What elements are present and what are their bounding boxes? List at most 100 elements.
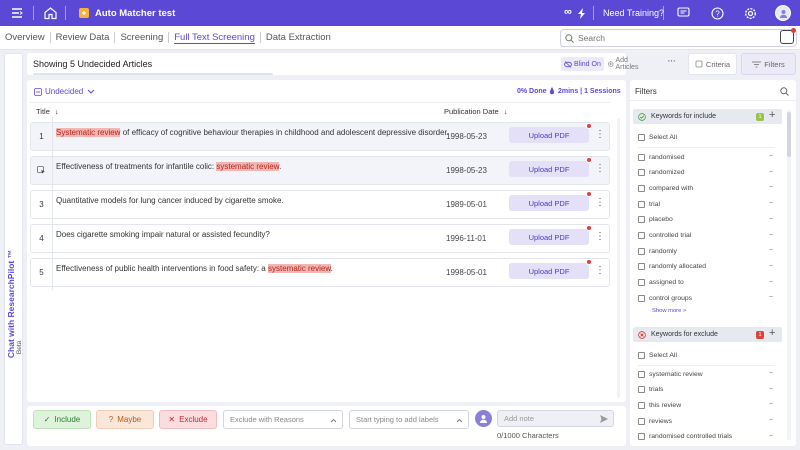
search-icon[interactable] <box>780 87 789 96</box>
include-select-all[interactable]: Select All <box>638 130 773 144</box>
keyword-label: trial <box>649 200 660 208</box>
include-keywords-group[interactable]: Keywords for include 1 + <box>633 109 782 124</box>
checkbox[interactable] <box>638 294 645 302</box>
exclude-keywords-group[interactable]: Keywords for exclude 1 + <box>633 327 782 342</box>
filter-keyword-item[interactable]: this review – <box>638 398 773 412</box>
exclude-select-all[interactable]: Select All <box>638 348 773 362</box>
column-title-header[interactable]: Title ↓ <box>36 107 59 116</box>
checkbox[interactable] <box>638 351 645 359</box>
criteria-button[interactable]: Criteria <box>688 53 737 75</box>
tab-full-text-screening[interactable]: Full Text Screening <box>169 26 260 49</box>
send-icon[interactable] <box>600 415 608 423</box>
help-icon[interactable]: ? <box>710 6 724 20</box>
checkbox[interactable] <box>638 184 645 192</box>
exclude-reasons-select[interactable]: Exclude with Reasons <box>223 410 343 429</box>
need-training-link[interactable]: Need Training? <box>603 8 664 18</box>
upload-pdf-button[interactable]: Upload PDF <box>509 263 589 279</box>
article-title[interactable]: Quantitative models for lung cancer indu… <box>56 196 284 205</box>
upload-pdf-button[interactable]: Upload PDF <box>509 161 589 177</box>
labels-input[interactable]: Start typing to add labels <box>349 410 469 429</box>
row-more-options-icon[interactable]: ⋮ <box>595 163 605 174</box>
row-more-options-icon[interactable]: ⋮ <box>595 197 605 208</box>
chevron-up-icon <box>330 418 337 423</box>
undecided-dropdown[interactable]: Undecided <box>34 87 95 96</box>
checkbox[interactable] <box>638 417 645 425</box>
menu-icon[interactable] <box>10 6 24 20</box>
upload-pdf-button[interactable]: Upload PDF <box>509 195 589 211</box>
checkbox[interactable] <box>638 279 645 287</box>
filter-keyword-item[interactable]: control groups – <box>638 291 773 305</box>
checkbox[interactable] <box>638 153 645 161</box>
article-title[interactable]: Systematic review of efficacy of cogniti… <box>56 128 449 137</box>
keyword-highlight: Systematic review <box>56 128 121 137</box>
upload-pdf-button[interactable]: Upload PDF <box>509 229 589 245</box>
table-row[interactable]: 4 Does cigarette smoking impair natural … <box>30 224 610 253</box>
upload-pdf-button[interactable]: Upload PDF <box>509 127 589 143</box>
filter-keyword-item[interactable]: systematic review – <box>638 367 773 381</box>
show-more-link[interactable]: Show more > <box>652 308 686 314</box>
maybe-button[interactable]: ? Maybe <box>96 410 154 429</box>
article-title[interactable]: Effectiveness of public health intervent… <box>56 264 333 273</box>
filters-scrollbar-thumb[interactable] <box>787 112 791 157</box>
column-date-header[interactable]: Publication Date ↓ <box>444 107 507 116</box>
list-scrollbar[interactable] <box>617 118 620 398</box>
checkbox[interactable] <box>638 169 645 177</box>
tab-screening[interactable]: Screening <box>115 26 168 49</box>
filter-keyword-item[interactable]: controlled trial – <box>638 229 773 243</box>
row-more-options-icon[interactable]: ⋮ <box>595 265 605 276</box>
filter-keyword-item[interactable]: randomly – <box>638 244 773 258</box>
row-number: 1 <box>39 132 44 141</box>
notes-icon[interactable] <box>780 28 796 44</box>
home-icon[interactable] <box>43 6 57 20</box>
search-box[interactable] <box>560 29 797 47</box>
filter-keyword-item[interactable]: compared with – <box>638 181 773 195</box>
tab-overview[interactable]: Overview <box>0 26 50 49</box>
blind-on-button[interactable]: Blind On <box>561 57 604 71</box>
checkbox[interactable] <box>638 401 645 409</box>
article-title[interactable]: Effectiveness of treatments for infantil… <box>56 162 281 171</box>
tab-data-extraction[interactable]: Data Extraction <box>261 26 336 49</box>
note-input[interactable]: Add note <box>497 410 614 427</box>
add-include-keyword-button[interactable]: + <box>769 109 775 121</box>
filter-keyword-item[interactable]: randomised – <box>638 150 773 164</box>
filter-keyword-item[interactable]: randomly allocated – <box>638 260 773 274</box>
filter-keyword-item[interactable]: trial – <box>638 197 773 211</box>
filter-keyword-item[interactable]: randomized – <box>638 166 773 180</box>
filter-keyword-item[interactable]: placebo – <box>638 213 773 227</box>
table-row[interactable]: 1 Systematic review of efficacy of cogni… <box>30 122 610 151</box>
chat-with-researchpilot-tab[interactable]: Chat with ResearchPilot ™ Beta <box>4 53 23 445</box>
checkbox[interactable] <box>638 133 645 141</box>
table-row[interactable]: 5 Effectiveness of public health interve… <box>30 258 610 287</box>
infinity-icon[interactable]: ∞ <box>564 6 572 18</box>
table-row[interactable]: Effectiveness of treatments for infantil… <box>30 156 610 185</box>
user-avatar[interactable] <box>775 5 791 21</box>
add-articles-button[interactable]: Add Articles <box>608 57 641 71</box>
filter-keyword-item[interactable]: reviews – <box>638 414 773 428</box>
filter-keyword-item[interactable]: assigned to – <box>638 276 773 290</box>
tab-review-data[interactable]: Review Data <box>51 26 115 49</box>
checkbox[interactable] <box>638 247 645 255</box>
filter-keyword-item[interactable]: trials – <box>638 383 773 397</box>
row-more-options-icon[interactable]: ⋮ <box>595 231 605 242</box>
checkbox[interactable] <box>638 263 645 271</box>
checkbox[interactable] <box>638 200 645 208</box>
checkbox[interactable] <box>638 370 645 378</box>
settings-gear-icon[interactable] <box>743 6 757 20</box>
more-options-icon[interactable]: ··· <box>667 55 676 67</box>
include-button[interactable]: ✓ Include <box>33 410 91 429</box>
table-row[interactable]: 3 Quantitative models for lung cancer in… <box>30 190 610 219</box>
filter-keyword-item[interactable]: randomised controlled trials – <box>638 430 773 444</box>
filters-button[interactable]: Filters <box>741 53 796 75</box>
article-title[interactable]: Does cigarette smoking impair natural or… <box>56 230 270 239</box>
filters-scrollbar-track[interactable] <box>787 110 791 440</box>
row-more-options-icon[interactable]: ⋮ <box>595 129 605 140</box>
keyword-label: randomly <box>649 247 677 255</box>
chat-message-icon[interactable] <box>676 6 690 20</box>
checkbox[interactable] <box>638 216 645 224</box>
checkbox[interactable] <box>638 433 645 441</box>
add-exclude-keyword-button[interactable]: + <box>769 327 775 339</box>
checkbox[interactable] <box>638 232 645 239</box>
search-input[interactable] <box>578 33 778 43</box>
exclude-button[interactable]: ✕ Exclude <box>159 410 217 429</box>
checkbox[interactable] <box>638 386 645 394</box>
